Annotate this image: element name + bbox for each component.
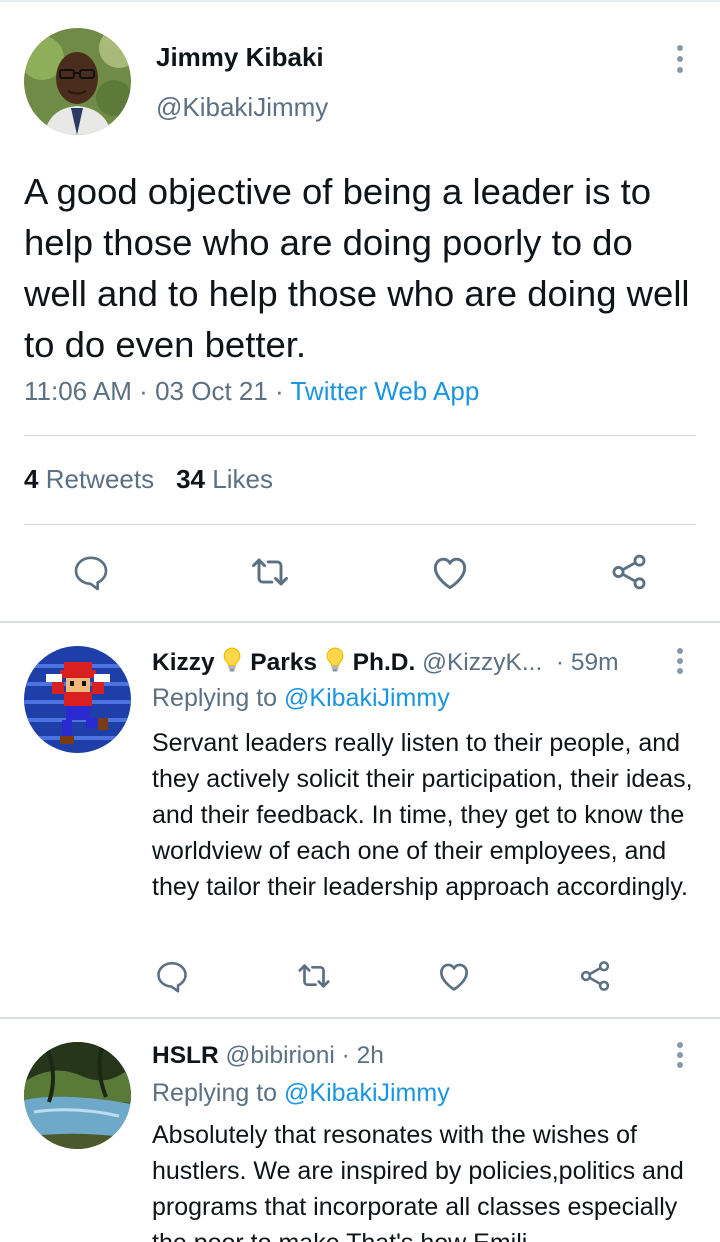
reply-time: · 2h [341, 1042, 384, 1069]
likes-stat[interactable]: 34 Likes [176, 464, 273, 494]
retweet-button[interactable] [244, 548, 296, 600]
reply-header: Kizzy Parks Ph.D. @KizzyK... · 59m [152, 647, 619, 680]
likes-count: 34 [176, 464, 206, 494]
reply-author-name-last: Parks [250, 649, 318, 676]
retweets-count: 4 [24, 464, 39, 494]
avatar[interactable] [24, 1042, 131, 1149]
like-icon [428, 550, 472, 599]
author-handle[interactable]: @KibakiJimmy [156, 92, 328, 123]
reply-text: Absolutely that resonates with the wishe… [152, 1121, 684, 1242]
reply-icon [154, 958, 190, 999]
like-button[interactable] [424, 548, 476, 600]
retweets-stat[interactable]: 4 Retweets [24, 464, 154, 494]
reply-tweet[interactable]: Kizzy Parks Ph.D. @KizzyK... · 59m Reply… [0, 623, 720, 1018]
share-button[interactable] [569, 952, 621, 1004]
reply-header: HSLR @bibirioni · 2h [152, 1042, 384, 1070]
reply-author-handle[interactable]: @bibirioni [226, 1042, 335, 1069]
reply-tweet[interactable]: HSLR @bibirioni · 2h Replying to @Kibaki… [0, 1019, 720, 1242]
replying-to: Replying to @KibakiJimmy [152, 1079, 450, 1108]
tweet-date: 03 Oct 21 [155, 376, 268, 406]
tweet-source-link[interactable]: Twitter Web App [290, 376, 479, 406]
lightbulb-icon [221, 647, 243, 680]
more-vert-icon[interactable] [668, 647, 692, 677]
reply-author-name-suffix: Ph.D. [352, 649, 416, 676]
replying-to-prefix: Replying to [152, 1079, 278, 1107]
like-button[interactable] [428, 952, 480, 1004]
reply-author-name-first: Kizzy [152, 649, 215, 676]
lightbulb-icon [324, 647, 346, 680]
tweet-stats: 4 Retweets 34 Likes [24, 464, 273, 495]
replying-to-mention[interactable]: @KibakiJimmy [284, 1079, 450, 1107]
meta-dot: · [275, 376, 284, 406]
share-icon [577, 958, 613, 999]
tweet-actions [0, 548, 720, 600]
replying-to: Replying to @KibakiJimmy [152, 684, 450, 713]
share-icon [608, 551, 650, 598]
reply-author-name[interactable]: Kizzy Parks Ph.D. [152, 647, 416, 676]
share-button[interactable] [603, 548, 655, 600]
avatar[interactable] [24, 28, 131, 135]
likes-label: Likes [212, 464, 273, 494]
retweets-label: Retweets [45, 464, 155, 494]
avatar[interactable] [24, 646, 131, 753]
more-vert-icon[interactable] [668, 1041, 692, 1071]
retweet-icon [248, 550, 292, 599]
reply-time: · 59m [555, 649, 619, 676]
retweet-button[interactable] [288, 952, 340, 1004]
reply-button[interactable] [146, 952, 198, 1004]
reply-icon [71, 552, 111, 597]
replying-to-mention[interactable]: @KibakiJimmy [284, 684, 450, 712]
main-tweet: Jimmy Kibaki @KibakiJimmy A good objecti… [0, 0, 720, 622]
tweet-text: A good objective of being a leader is to… [24, 171, 690, 365]
divider [24, 524, 696, 525]
reply-author-name[interactable]: HSLR [152, 1042, 219, 1069]
retweet-icon [295, 957, 333, 1000]
tweet-time: 11:06 AM [24, 376, 132, 406]
reply-author-handle[interactable]: @KizzyK... [422, 649, 542, 676]
tweet-meta: 11:06 AM · 03 Oct 21 · Twitter Web App [24, 376, 479, 407]
like-icon [435, 957, 473, 1000]
replying-to-prefix: Replying to [152, 684, 278, 712]
divider [24, 435, 696, 436]
meta-dot: · [139, 376, 148, 406]
reply-button[interactable] [65, 548, 117, 600]
reply-text: Servant leaders really listen to their p… [152, 729, 693, 901]
author-name[interactable]: Jimmy Kibaki [156, 42, 324, 73]
more-vert-icon[interactable] [668, 42, 692, 78]
